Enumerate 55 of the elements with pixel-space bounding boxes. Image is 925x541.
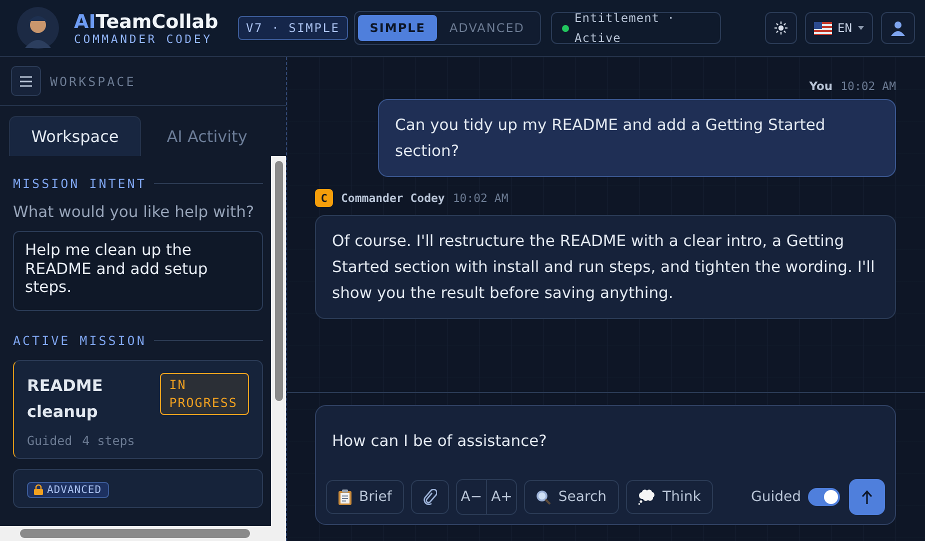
message-input[interactable]: How can I be of assistance? [326, 416, 885, 466]
status-badge: IN PROGRESS [160, 373, 249, 415]
sun-icon [774, 21, 788, 35]
theme-button[interactable] [764, 12, 797, 44]
mission-mode: Guided [27, 433, 72, 448]
sidebar-tab[interactable]: Workspace [9, 116, 141, 156]
user-button[interactable] [881, 12, 915, 44]
version-badge: V7 · SIMPLE [238, 16, 348, 40]
thought-bubble-icon [638, 489, 656, 505]
language-button[interactable]: EN [804, 12, 873, 44]
message-composer[interactable]: How can I be of assistance? Brief A− A+ Search Think Guided [315, 405, 896, 525]
clipboard-icon [338, 489, 352, 505]
flag-icon [814, 22, 832, 34]
attach-button[interactable] [410, 480, 449, 514]
font-size-button[interactable]: A+ [486, 480, 516, 514]
vertical-scrollbar[interactable] [271, 156, 286, 526]
mission-title: README cleanup [27, 375, 104, 423]
message-time: 10:02 AM [452, 191, 508, 205]
mode-tab[interactable]: ADVANCED [437, 15, 537, 41]
app-title: AITeamCollab [74, 10, 220, 32]
assistant-message: Of course. I'll restructure the README with a clear intro, a Getting Started section with install and run steps, and tighten the wording. I'll show you the result before saving anything. [315, 215, 896, 319]
guided-label: Guided [751, 489, 801, 505]
sidebar-title: WORKSPACE [50, 74, 136, 88]
message-author: You [809, 79, 833, 93]
sidebar-tab[interactable]: AI Activity [141, 116, 273, 156]
search-button[interactable]: Search [524, 480, 619, 514]
think-button[interactable]: Think [626, 480, 713, 514]
send-button[interactable] [849, 479, 885, 515]
mission-card[interactable]: ADVANCED [13, 469, 263, 508]
section-title: MISSION INTENT [13, 176, 146, 191]
font-size-button[interactable]: A− [456, 480, 486, 514]
mission-card[interactable]: README cleanup IN PROGRESS Guided 4 steps [13, 360, 263, 459]
menu-icon [20, 76, 32, 86]
search-icon [536, 490, 552, 504]
message-time: 10:02 AM [840, 79, 896, 93]
intent-question: What would you like help with? [13, 203, 256, 221]
user-message: Can you tidy up my README and add a Getting Started section? [378, 99, 896, 177]
horizontal-scrollbar[interactable] [0, 526, 286, 541]
brief-button[interactable]: Brief [326, 480, 404, 514]
section-title: ACTIVE MISSION [13, 333, 146, 348]
entitlement-label: Entitlement · Active [574, 10, 676, 47]
advanced-badge: ADVANCED [27, 482, 109, 498]
message-author: Commander Codey [341, 191, 445, 205]
paperclip-icon [422, 489, 437, 505]
arrow-up-icon [861, 490, 873, 504]
user-icon [890, 20, 906, 36]
avatar-icon [16, 6, 60, 50]
mission-steps: 4 steps [82, 433, 135, 448]
mode-tab[interactable]: SIMPLE [358, 15, 438, 41]
menu-button[interactable] [11, 66, 41, 96]
guided-toggle[interactable] [808, 488, 840, 506]
caret-icon [858, 26, 864, 30]
app-subtitle: COMMANDER CODEY [74, 32, 214, 46]
intent-field[interactable]: Help me clean up the README and add setup steps. [13, 231, 263, 311]
assistant-avatar: C [315, 189, 333, 207]
